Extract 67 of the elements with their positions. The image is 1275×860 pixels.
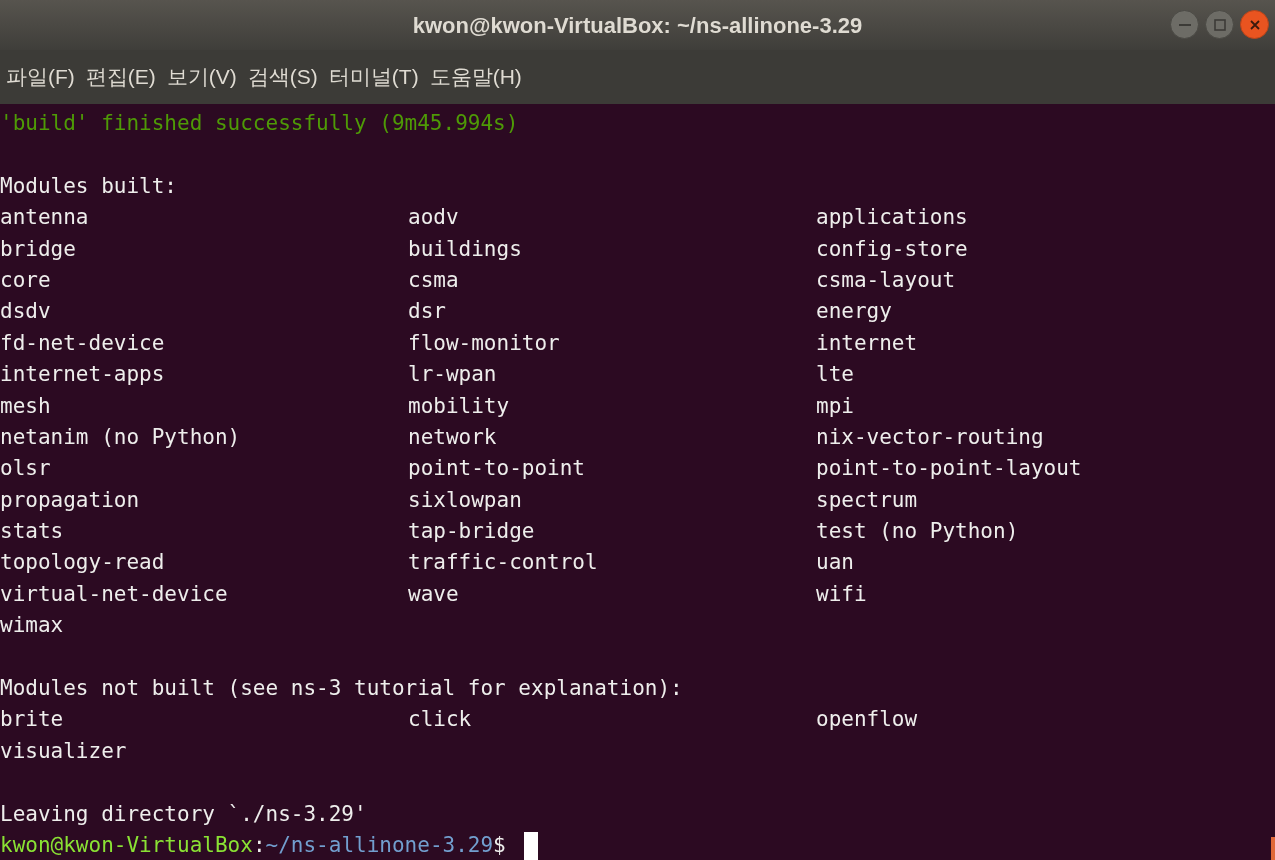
- menu-item[interactable]: 파일(F): [2, 61, 79, 93]
- module-name: lte: [816, 362, 854, 387]
- module-name: topology-read: [0, 550, 165, 575]
- menu-item[interactable]: 터미널(T): [324, 61, 423, 93]
- prompt-symbol: $: [493, 832, 506, 859]
- module-name: mobility: [408, 393, 510, 418]
- text-cursor: [523, 831, 538, 860]
- menu-item[interactable]: 편집(E): [81, 61, 160, 93]
- menu-item[interactable]: 검색(S): [243, 61, 322, 93]
- output-line: Modules built:: [0, 173, 177, 198]
- output-line: Modules not built (see ns-3 tutorial for explanation):: [0, 676, 683, 701]
- minimize-icon: [1178, 23, 1191, 26]
- menu-item[interactable]: 보기(V): [162, 61, 241, 93]
- module-name: point-to-point-layout: [816, 456, 1082, 481]
- module-name: point-to-point: [408, 456, 585, 481]
- module-name: dsdv: [0, 299, 51, 324]
- scrollbar-indicator: [1271, 837, 1275, 860]
- module-name: sixlowpan: [408, 487, 522, 512]
- prompt-user-host: kwon@kwon-VirtualBox: [0, 832, 253, 859]
- module-name: csma: [408, 267, 459, 292]
- module-name: uan: [816, 550, 854, 575]
- module-name: csma-layout: [816, 267, 956, 292]
- module-name: openflow: [816, 707, 918, 732]
- module-name: lr-wpan: [408, 362, 497, 387]
- module-name: config-store: [816, 236, 968, 261]
- module-name: bridge: [0, 236, 76, 261]
- module-name: traffic-control: [408, 550, 598, 575]
- module-name: internet-apps: [0, 362, 165, 387]
- module-name: wifi: [816, 581, 867, 606]
- module-name: propagation: [0, 487, 140, 512]
- maximize-icon: [1213, 18, 1226, 31]
- module-name: internet: [816, 330, 918, 355]
- module-name: wimax: [0, 613, 64, 638]
- module-name: mesh: [0, 393, 51, 418]
- output-line: Leaving directory `./ns-3.29': [0, 801, 367, 826]
- module-name: network: [408, 424, 497, 449]
- window-title: kwon@kwon-VirtualBox: ~/ns-allinone-3.29: [412, 11, 863, 40]
- module-name: energy: [816, 299, 892, 324]
- module-name: flow-monitor: [408, 330, 560, 355]
- close-icon: [1248, 18, 1261, 31]
- build-status-line: 'build' finished successfully (9m45.994s): [0, 111, 519, 135]
- menu-item[interactable]: 도움말(H): [425, 61, 526, 93]
- module-name: click: [408, 707, 472, 732]
- module-name: brite: [0, 707, 64, 732]
- module-name: fd-net-device: [0, 330, 165, 355]
- module-name: spectrum: [816, 487, 918, 512]
- module-name: tap-bridge: [408, 519, 535, 544]
- module-name: core: [0, 267, 51, 292]
- maximize-button[interactable]: [1205, 10, 1234, 39]
- module-name: wave: [408, 581, 459, 606]
- module-name: olsr: [0, 456, 51, 481]
- module-name: buildings: [408, 236, 522, 261]
- module-name: dsr: [408, 299, 446, 324]
- prompt-separator: :: [252, 832, 266, 859]
- module-name: antenna: [0, 205, 89, 230]
- module-name: stats: [0, 519, 64, 544]
- module-name: nix-vector-routing: [816, 424, 1044, 449]
- module-name: aodv: [408, 205, 459, 230]
- minimize-button[interactable]: [1170, 10, 1199, 39]
- module-name: mpi: [816, 393, 854, 418]
- module-name: virtual-net-device: [0, 581, 228, 606]
- module-name: netanim (no Python): [0, 424, 241, 449]
- module-name: applications: [816, 205, 968, 230]
- module-name: test (no Python): [816, 519, 1019, 544]
- close-button[interactable]: [1240, 10, 1269, 39]
- prompt-path: ~/ns-allinone-3.29: [265, 832, 494, 859]
- module-name: visualizer: [0, 738, 127, 763]
